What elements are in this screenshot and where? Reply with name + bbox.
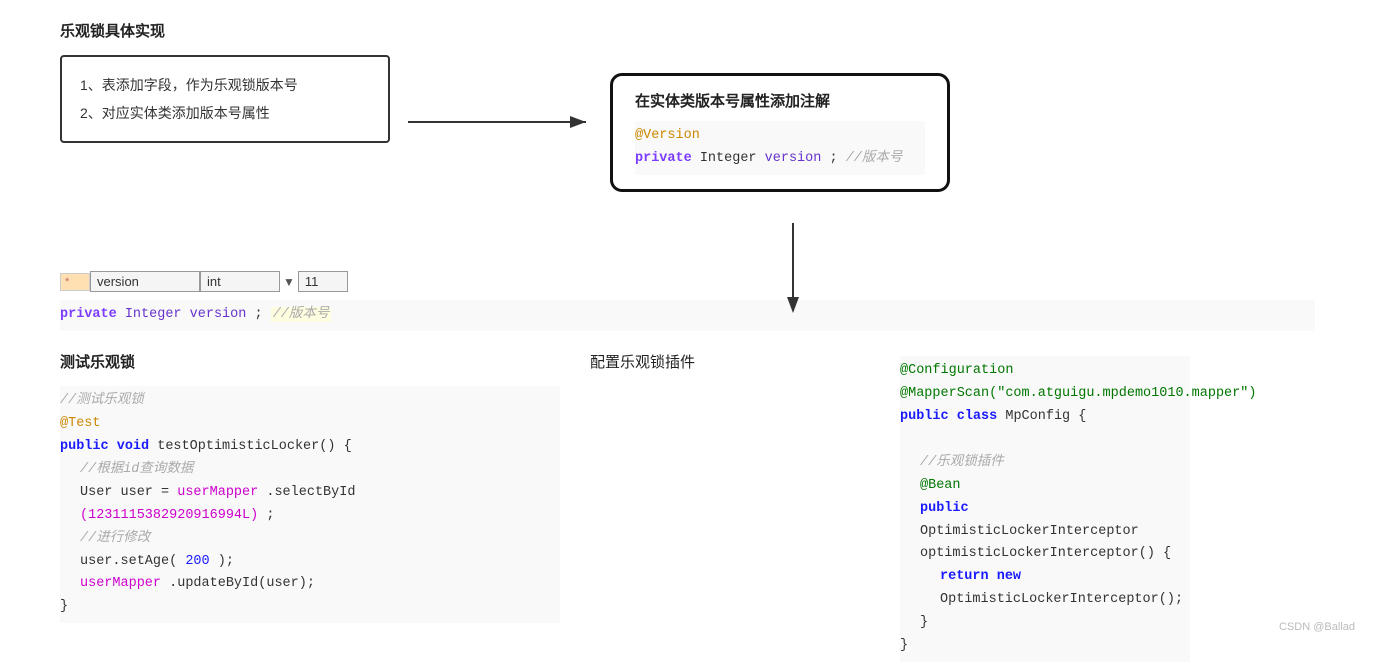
db-table-row: * version int ▼ 11 — [60, 271, 1315, 292]
code-test-annotation: @Test — [60, 413, 560, 436]
watermark: CSDN @Ballad — [1279, 621, 1355, 633]
page-title: 乐观锁具体实现 — [60, 20, 1315, 41]
config-outer-close: } — [900, 635, 1190, 658]
code-comment-update: //进行修改 — [60, 528, 560, 551]
config-class-decl: public class MpConfig { — [900, 406, 1190, 429]
step1-text: 1、表添加字段，作为乐观锁版本号 — [80, 71, 370, 99]
version-field-code: private Integer version ; //版本号 — [635, 148, 925, 171]
config-annotation-mapper: @MapperScan("com.atguigu.mpdemo1010.mapp… — [900, 383, 1190, 406]
db-field-value: 11 — [298, 271, 348, 292]
config-code-block: @Configuration @MapperScan("com.atguigu.… — [900, 356, 1190, 662]
code-select: User user = userMapper .selectById — [60, 482, 560, 505]
code-method-sig: public void testOptimisticLocker() { — [60, 436, 560, 459]
annotation-box-title: 在实体类版本号属性添加注解 — [635, 90, 925, 111]
arrow-right-icon — [408, 107, 598, 137]
config-method-name: optimisticLockerInterceptor() { — [900, 543, 1190, 566]
test-section: 测试乐观锁 //测试乐观锁 @Test public void testOpti… — [60, 351, 560, 623]
annotation-box: 在实体类版本号属性添加注解 @Version private Integer v… — [610, 73, 950, 192]
arrow-down-icon — [778, 223, 808, 313]
db-key-marker: * — [60, 273, 90, 291]
step2-text: 2、对应实体类添加版本号属性 — [80, 99, 370, 127]
code-id: (1231115382920916994L) ; — [60, 505, 560, 528]
test-section-title: 测试乐观锁 — [60, 351, 560, 372]
code-setage: user.setAge( 200 ); — [60, 551, 560, 574]
config-inner-close: } — [900, 612, 1190, 635]
config-annotation-config: @Configuration — [900, 360, 1190, 383]
config-method-return-type: public OptimisticLockerInterceptor — [900, 498, 1190, 544]
config-bean-annotation: @Bean — [900, 475, 1190, 498]
code-comment-test: //测试乐观锁 — [60, 390, 560, 413]
left-steps-box: 1、表添加字段，作为乐观锁版本号 2、对应实体类添加版本号属性 — [60, 55, 390, 143]
db-field-type: int — [200, 271, 280, 292]
code-comment-query: //根据id查询数据 — [60, 459, 560, 482]
entity-code-block: private Integer version ; //版本号 — [60, 300, 1315, 331]
code-update: userMapper .updateById(user); — [60, 573, 560, 596]
config-comment-plugin: //乐观锁插件 — [900, 452, 1190, 475]
db-field-name: version — [90, 271, 200, 292]
code-close-brace: } — [60, 596, 560, 619]
config-section: 配置乐观锁插件 @Configuration @MapperScan("com.… — [590, 351, 1190, 662]
version-annotation: @Version — [635, 125, 925, 148]
test-code-block: //测试乐观锁 @Test public void testOptimistic… — [60, 386, 560, 623]
config-return: return new OptimisticLockerInterceptor()… — [900, 566, 1190, 612]
